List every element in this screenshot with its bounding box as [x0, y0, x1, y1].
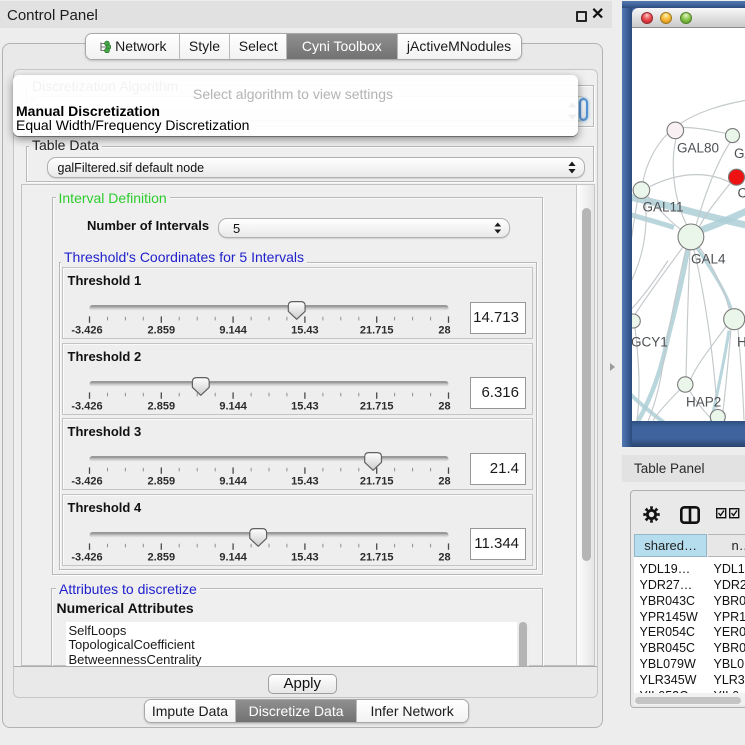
svg-text:15.43: 15.43: [291, 325, 319, 337]
svg-text:9.144: 9.144: [219, 400, 247, 412]
svg-text:2.859: 2.859: [147, 325, 175, 337]
svg-text:GAL80: GAL80: [677, 140, 719, 155]
svg-text:21.715: 21.715: [359, 551, 393, 563]
svg-text:28: 28: [438, 476, 450, 488]
svg-text:21.715: 21.715: [359, 476, 393, 488]
svg-text:28: 28: [438, 551, 450, 563]
svg-text:9.144: 9.144: [219, 551, 247, 563]
svg-text:C: C: [738, 185, 745, 200]
svg-text:HAP2: HAP2: [686, 394, 721, 409]
svg-text:GAL11: GAL11: [643, 199, 684, 214]
svg-text:GCY1: GCY1: [632, 334, 668, 349]
svg-text:2.859: 2.859: [147, 400, 175, 412]
svg-text:2.859: 2.859: [147, 551, 175, 563]
svg-text:9.144: 9.144: [219, 476, 247, 488]
svg-text:-3.426: -3.426: [71, 325, 102, 337]
svg-text:GAL4: GAL4: [691, 251, 726, 266]
svg-text:9.144: 9.144: [219, 325, 247, 337]
svg-text:-3.426: -3.426: [71, 551, 102, 563]
svg-text:21.715: 21.715: [359, 325, 393, 337]
svg-text:15.43: 15.43: [291, 476, 319, 488]
svg-text:15.43: 15.43: [291, 551, 319, 563]
svg-text:-3.426: -3.426: [71, 476, 102, 488]
svg-text:H: H: [737, 334, 745, 349]
svg-text:28: 28: [438, 400, 450, 412]
svg-text:2.859: 2.859: [147, 476, 175, 488]
svg-text:21.715: 21.715: [359, 400, 393, 412]
svg-text:28: 28: [438, 325, 450, 337]
svg-text:-3.426: -3.426: [71, 400, 102, 412]
svg-text:GA: GA: [734, 146, 745, 161]
svg-text:15.43: 15.43: [291, 400, 319, 412]
